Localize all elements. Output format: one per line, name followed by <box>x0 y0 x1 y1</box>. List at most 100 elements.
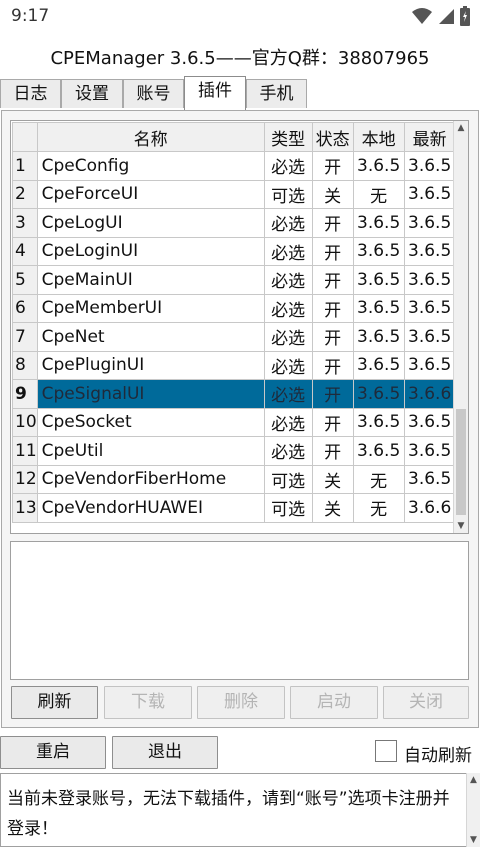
header-local[interactable]: 本地 <box>352 122 405 152</box>
local-version: 无 <box>352 179 405 209</box>
plugin-state: 关 <box>311 464 354 494</box>
table-row[interactable]: 6 CpeMemberUI 必选开 3.6.5 3.6.5 <box>12 293 456 323</box>
plugin-name: CpeMemberUI <box>36 293 265 323</box>
latest-version: 3.6.5 <box>403 236 456 266</box>
plugin-name: CpeLoginUI <box>36 236 265 266</box>
close-plugin-button[interactable]: 关闭 <box>383 686 469 719</box>
header-index <box>12 122 38 152</box>
scrollbar-thumb[interactable] <box>456 409 466 515</box>
plugin-state: 关 <box>311 493 354 523</box>
latest-version: 3.6.6 <box>403 493 456 523</box>
log-scroll-down-icon[interactable]: ▼ <box>467 835 480 845</box>
plugin-type: 必选 <box>263 151 313 181</box>
table-header-row: 名称 类型 状态 本地 最新 <box>12 122 456 152</box>
scroll-down-icon[interactable]: ▼ <box>454 519 468 533</box>
plugin-state: 关 <box>311 179 354 209</box>
plugin-type: 必选 <box>263 379 313 409</box>
row-index: 2 <box>12 179 38 209</box>
plugin-name: CpeUtil <box>36 436 265 466</box>
plugin-type: 可选 <box>263 179 313 209</box>
row-index: 3 <box>12 208 38 238</box>
plugin-type: 必选 <box>263 350 313 380</box>
plugin-name: CpePluginUI <box>36 350 265 380</box>
exit-button[interactable]: 退出 <box>112 736 218 769</box>
plugin-name: CpeConfig <box>36 151 265 181</box>
table-row[interactable]: 8 CpePluginUI 必选开 3.6.5 3.6.5 <box>12 350 456 380</box>
latest-version: 3.6.5 <box>403 436 456 466</box>
plugin-type: 必选 <box>263 208 313 238</box>
restart-button[interactable]: 重启 <box>0 736 106 769</box>
tab-bar: 日志 设置 账号 插件 手机 <box>0 76 480 110</box>
table-row[interactable]: 11 CpeUtil 必选开 3.6.5 3.6.5 <box>12 436 456 466</box>
plugin-state: 开 <box>311 322 354 352</box>
tab-plugins[interactable]: 插件 <box>184 76 246 110</box>
row-index: 4 <box>12 236 38 266</box>
plugin-type: 必选 <box>263 293 313 323</box>
scroll-up-icon[interactable]: ▲ <box>454 121 468 135</box>
local-version: 3.6.5 <box>352 208 405 238</box>
table-row[interactable]: 2 CpeForceUI 可选关无 3.6.5 <box>12 179 456 209</box>
plugin-state: 开 <box>311 236 354 266</box>
latest-version: 3.6.5 <box>403 293 456 323</box>
table-row[interactable]: 5 CpeMainUI 必选开 3.6.5 3.6.5 <box>12 265 456 295</box>
latest-version: 3.6.5 <box>403 407 456 437</box>
row-index: 12 <box>12 464 38 494</box>
download-button[interactable]: 下载 <box>104 686 192 719</box>
row-index: 9 <box>12 379 38 409</box>
row-index: 11 <box>12 436 38 466</box>
table-row[interactable]: 9 CpeSignalUI 必选开 3.6.5 3.6.6 <box>12 379 456 409</box>
auto-refresh-checkbox[interactable] <box>375 740 397 762</box>
tab-settings[interactable]: 设置 <box>61 79 123 108</box>
local-version: 3.6.5 <box>352 265 405 295</box>
signal-icon <box>439 9 454 24</box>
battery-icon <box>460 6 470 26</box>
table-row[interactable]: 3 CpeLogUI 必选开 3.6.5 3.6.5 <box>12 208 456 238</box>
row-index: 8 <box>12 350 38 380</box>
row-index: 6 <box>12 293 38 323</box>
plugin-grid: 名称 类型 状态 本地 最新 1 CpeConfig 必选开 3.6.5 3.6.5 2 C… <box>12 122 456 523</box>
wifi-icon <box>412 8 432 24</box>
plugin-name: CpeVendorFiberHome <box>36 464 265 494</box>
table-row[interactable]: 13 CpeVendorHUAWEI 可选关无 3.6.6 <box>12 493 456 523</box>
plugin-type: 必选 <box>263 322 313 352</box>
auto-refresh-label: 自动刷新 <box>404 746 472 766</box>
table-row[interactable]: 4 CpeLoginUI 必选开 3.6.5 3.6.5 <box>12 236 456 266</box>
latest-version: 3.6.5 <box>403 350 456 380</box>
plugin-table: 名称 类型 状态 本地 最新 1 CpeConfig 必选开 3.6.5 3.6.5 2 C… <box>10 120 469 534</box>
row-index: 5 <box>12 265 38 295</box>
log-scrollbar[interactable]: ▲ ▼ <box>466 773 480 847</box>
tab-phone[interactable]: 手机 <box>246 79 307 108</box>
table-row[interactable]: 1 CpeConfig 必选开 3.6.5 3.6.5 <box>12 151 456 181</box>
header-type[interactable]: 类型 <box>263 122 313 152</box>
status-bar: 9:17 <box>0 0 480 32</box>
plugin-type: 必选 <box>263 436 313 466</box>
plugin-name: CpeForceUI <box>36 179 265 209</box>
refresh-button[interactable]: 刷新 <box>11 686 98 719</box>
window-title: CPEManager 3.6.5——官方Q群：38807965 <box>50 48 430 69</box>
plugin-type: 可选 <box>263 493 313 523</box>
delete-button[interactable]: 删除 <box>197 686 285 719</box>
header-latest[interactable]: 最新 <box>403 122 456 152</box>
row-index: 10 <box>12 407 38 437</box>
local-version: 3.6.5 <box>352 322 405 352</box>
latest-version: 3.6.5 <box>403 464 456 494</box>
tab-log[interactable]: 日志 <box>0 79 61 108</box>
latest-version: 3.6.5 <box>403 151 456 181</box>
latest-version: 3.6.6 <box>403 379 456 409</box>
tab-account[interactable]: 账号 <box>123 79 184 108</box>
start-button[interactable]: 启动 <box>290 686 378 719</box>
header-name[interactable]: 名称 <box>36 122 265 152</box>
table-scrollbar[interactable]: ▲ ▼ <box>453 121 468 533</box>
plugin-type: 必选 <box>263 265 313 295</box>
header-state[interactable]: 状态 <box>311 122 354 152</box>
plugin-state: 开 <box>311 151 354 181</box>
log-output[interactable]: 当前未登录账号，无法下载插件，请到“账号”选项卡注册并登录！ <box>0 773 480 847</box>
local-version: 无 <box>352 493 405 523</box>
log-scroll-up-icon[interactable]: ▲ <box>467 775 480 785</box>
plugin-state: 开 <box>311 407 354 437</box>
table-row[interactable]: 7 CpeNet 必选开 3.6.5 3.6.5 <box>12 322 456 352</box>
table-row[interactable]: 10 CpeSocket 必选开 3.6.5 3.6.5 <box>12 407 456 437</box>
plugin-name: CpeSignalUI <box>36 379 265 409</box>
table-row[interactable]: 12 CpeVendorFiberHome 可选关无 3.6.5 <box>12 464 456 494</box>
status-time: 9:17 <box>11 6 50 26</box>
